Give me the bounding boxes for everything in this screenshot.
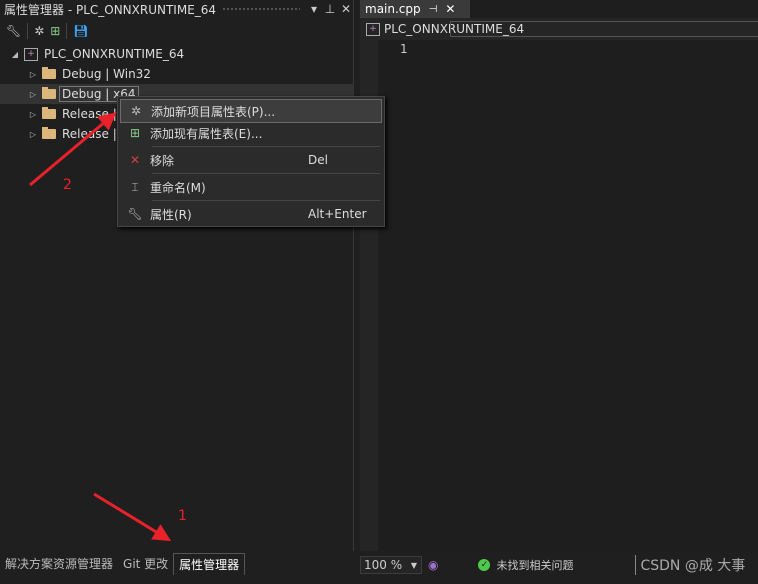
annotation-label-1: 1 [178, 508, 187, 524]
annotation-label-2: 2 [63, 177, 72, 193]
arrow-1 [93, 492, 172, 542]
arrow-2 [29, 112, 117, 187]
annotation-overlay: 2 1 [29, 112, 187, 542]
